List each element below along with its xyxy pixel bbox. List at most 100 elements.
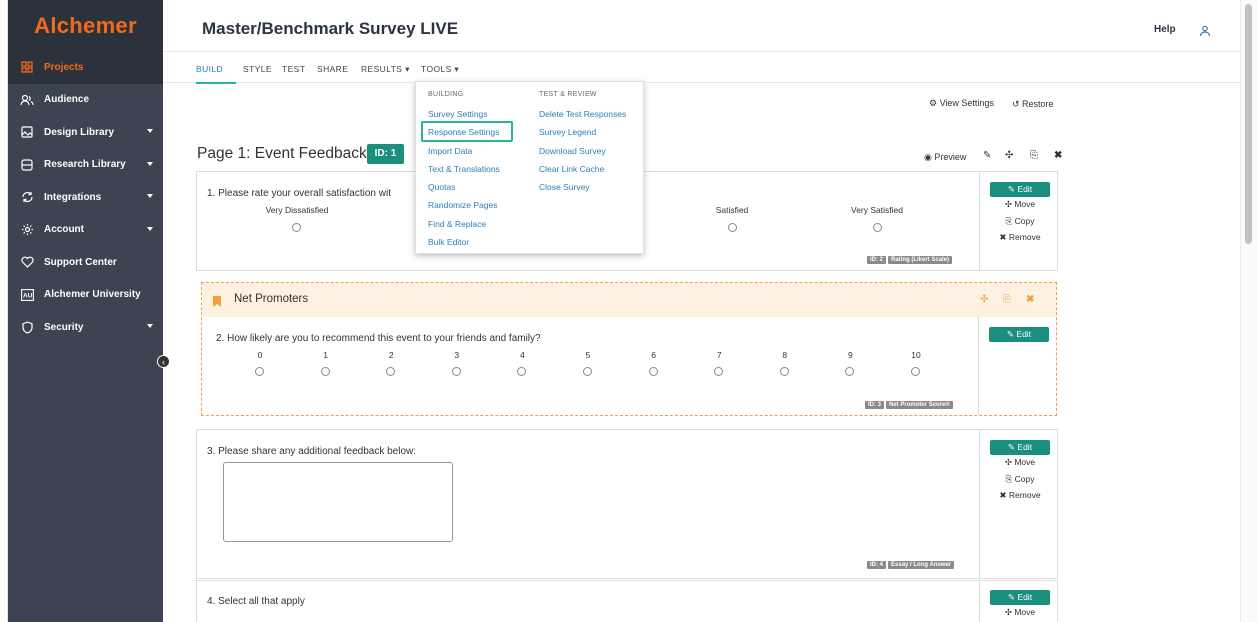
question-actions: ✎ Edit ✣ Move ⎘ Copy ✖ Remove <box>979 172 1059 270</box>
scale-label: 7 <box>716 350 722 360</box>
alchemer-logo[interactable]: Alchemer <box>8 0 163 51</box>
scrollbar[interactable] <box>1240 0 1257 622</box>
menu-item-text-translations[interactable]: Text & Translations <box>428 164 500 174</box>
copy-link[interactable]: ⎘ Copy <box>990 216 1050 227</box>
menu-item-delete-test-responses[interactable]: Delete Test Responses <box>539 109 626 119</box>
tab-tools[interactable]: TOOLS ▾ <box>421 64 459 75</box>
question-text: 3. Please share any additional feedback … <box>207 446 417 457</box>
scale-label: Very Satisfied <box>851 205 903 215</box>
close-icon[interactable]: ✖ <box>1026 294 1034 305</box>
copy-icon[interactable]: ⎘ <box>1003 294 1011 305</box>
scale-label: 8 <box>782 350 788 360</box>
sidebar-item-integrations[interactable]: Integrations <box>8 181 163 214</box>
move-link[interactable]: ✣ Move <box>990 607 1050 618</box>
scale-label: 3 <box>454 350 460 360</box>
radio-option[interactable] <box>873 223 882 232</box>
copy-link[interactable]: ⎘ Copy <box>990 474 1050 485</box>
scale-label: Very Dissatisfied <box>265 205 329 215</box>
image-icon <box>18 124 36 140</box>
group-title: Net Promoters <box>234 293 309 305</box>
scale-label: 0 <box>257 350 263 360</box>
edit-button[interactable]: ✎ Edit <box>990 182 1050 197</box>
move-icon[interactable]: ✣ <box>1005 150 1013 161</box>
question-text: 2. How likely are you to recommend this … <box>216 333 541 344</box>
sidebar-item-alchemer-university[interactable]: AU Alchemer University <box>8 279 163 312</box>
menu-item-import-data[interactable]: Import Data <box>428 146 472 156</box>
copy-icon[interactable]: ⎘ <box>1030 150 1038 161</box>
menu-item-quotas[interactable]: Quotas <box>428 182 455 192</box>
menu-item-survey-settings[interactable]: Survey Settings <box>428 109 488 119</box>
page-heading: Page 1: Event Feedback <box>197 145 367 162</box>
radio-option[interactable] <box>714 367 724 376</box>
tab-results[interactable]: RESULTS ▾ <box>361 64 410 75</box>
caret-down-icon <box>147 226 153 231</box>
edit-button[interactable]: ✎ Edit <box>990 590 1050 605</box>
restore-link[interactable]: ↺ Restore <box>1012 99 1054 110</box>
view-settings-link[interactable]: ⚙ View Settings <box>929 98 994 109</box>
grid-icon <box>18 59 36 75</box>
sidebar-item-design-library[interactable]: Design Library <box>8 116 163 149</box>
menu-section-header: TEST & REVIEW <box>539 91 597 98</box>
collapse-sidebar-button[interactable]: ‹ <box>157 355 170 368</box>
move-icon[interactable]: ✣ <box>980 294 988 305</box>
menu-item-close-survey[interactable]: Close Survey <box>539 182 590 192</box>
edit-button[interactable]: ✎ Edit <box>990 440 1050 455</box>
menu-item-survey-legend[interactable]: Survey Legend <box>539 127 596 137</box>
question-3: 3. Please share any additional feedback … <box>196 429 1058 579</box>
sidebar-item-projects[interactable]: Projects <box>8 51 163 84</box>
remove-link[interactable]: ✖ Remove <box>990 232 1050 243</box>
gear-icon <box>18 222 36 238</box>
sidebar-item-label: Projects <box>44 61 84 73</box>
radio-option[interactable] <box>779 367 789 376</box>
shield-icon <box>18 319 36 335</box>
radio-option[interactable] <box>292 223 301 232</box>
sidebar-item-support-center[interactable]: Support Center <box>8 246 163 279</box>
sidebar-item-audience[interactable]: Audience <box>8 84 163 117</box>
radio-option[interactable] <box>386 367 396 376</box>
help-link[interactable]: Help <box>1154 24 1176 35</box>
edit-button[interactable]: ✎ Edit <box>989 327 1049 342</box>
move-link[interactable]: ✣ Move <box>990 199 1050 210</box>
menu-item-bulk-editor[interactable]: Bulk Editor <box>428 237 469 247</box>
tab-share[interactable]: SHARE <box>317 64 348 74</box>
active-tab-underline <box>196 82 236 84</box>
scale-label: Satisfied <box>715 205 749 215</box>
sidebar-item-security[interactable]: Security <box>8 311 163 344</box>
preview-link[interactable]: ◉ Preview <box>924 152 966 163</box>
user-icon[interactable] <box>1199 24 1211 42</box>
radio-option[interactable] <box>728 223 737 232</box>
sidebar-item-account[interactable]: Account <box>8 214 163 247</box>
question-tags: ID: 4 Essay / Long Answer <box>865 561 955 569</box>
tab-style[interactable]: STYLE <box>243 64 272 74</box>
radio-option[interactable] <box>845 367 855 376</box>
move-link[interactable]: ✣ Move <box>990 457 1050 468</box>
radio-option[interactable] <box>648 367 658 376</box>
radio-option[interactable] <box>320 367 330 376</box>
radio-option[interactable] <box>583 367 592 376</box>
sidebar-item-research-library[interactable]: Research Library <box>8 149 163 182</box>
question-actions: ✎ Edit ✣ Move ⎘ Copy ✖ Remove <box>979 430 1059 578</box>
menu-item-find-replace[interactable]: Find & Replace <box>428 219 486 229</box>
scrollbar-thumb[interactable] <box>1245 4 1252 244</box>
radio-option[interactable] <box>255 367 264 376</box>
close-icon[interactable]: ✖ <box>1054 150 1062 161</box>
type-tag: Essay / Long Answer <box>888 561 955 569</box>
remove-link[interactable]: ✖ Remove <box>990 490 1050 501</box>
menu-item-clear-link-cache[interactable]: Clear Link Cache <box>539 164 604 174</box>
sidebar-item-label: Alchemer University <box>44 289 141 301</box>
svg-text:AU: AU <box>23 292 33 299</box>
sidebar-item-label: Design Library <box>44 126 115 138</box>
radio-option[interactable] <box>517 367 527 376</box>
feedback-textarea[interactable] <box>223 462 453 542</box>
radio-option[interactable] <box>451 367 461 376</box>
heart-icon <box>18 254 36 270</box>
sidebar-item-label: Account <box>44 224 84 236</box>
menu-item-download-survey[interactable]: Download Survey <box>539 146 606 156</box>
tab-build[interactable]: BUILD <box>196 64 223 74</box>
people-icon <box>18 92 36 108</box>
radio-option[interactable] <box>911 367 920 376</box>
pencil-icon[interactable]: ✎ <box>983 150 991 161</box>
caret-down-icon <box>147 194 153 198</box>
menu-item-randomize-pages[interactable]: Randomize Pages <box>428 200 497 210</box>
tab-test[interactable]: TEST <box>282 64 305 74</box>
